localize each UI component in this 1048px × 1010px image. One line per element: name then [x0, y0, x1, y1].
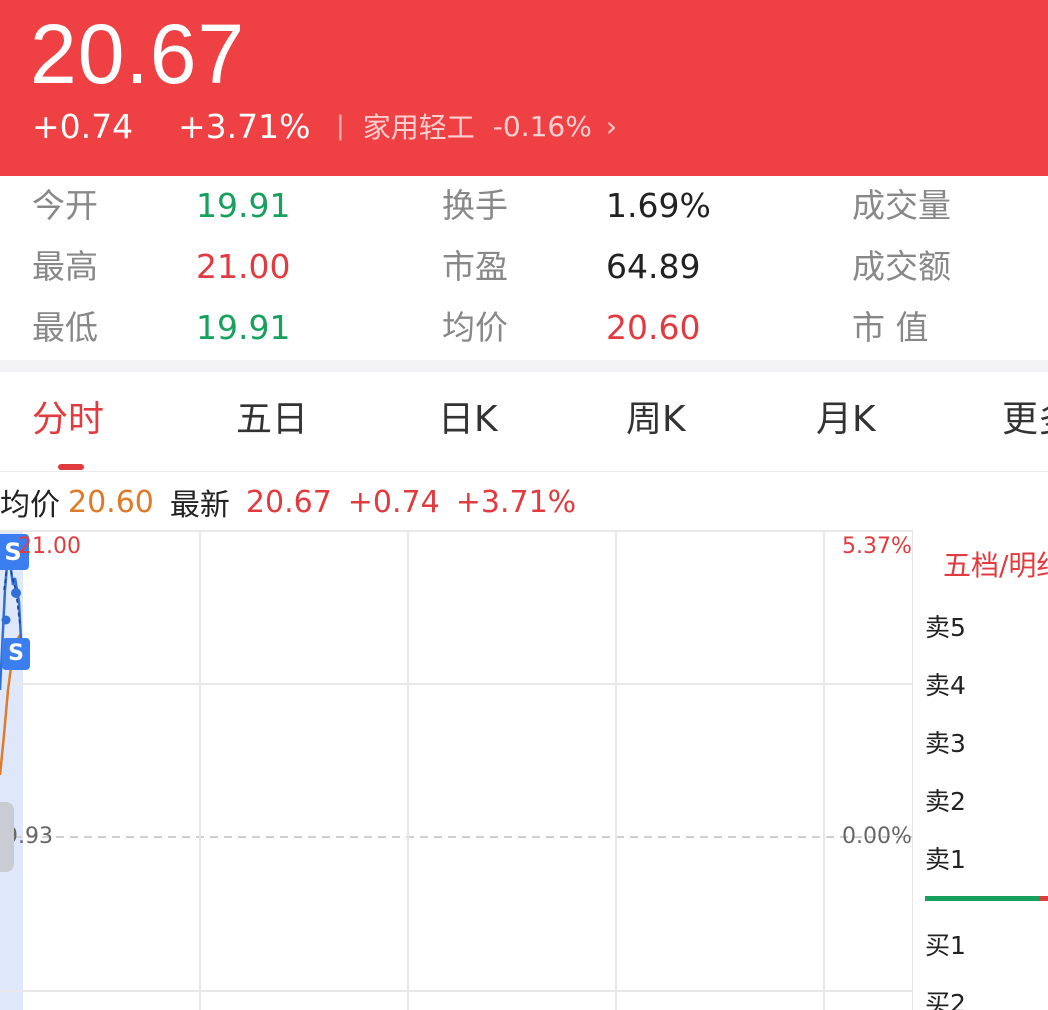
sell-level-1: 卖1 — [925, 845, 966, 874]
high-value: 21.00 — [196, 247, 291, 286]
quote-header: 20.67 +0.74 +3.71% | 家用轻工 -0.16% › — [0, 0, 1048, 176]
chart-period-tabs: 分时 五日 日K 周K 月K 更多 — [0, 372, 1048, 472]
amount-label: 成交额 — [852, 247, 951, 286]
legend-latest-value: 20.67 — [245, 484, 332, 520]
tab-weekly-k[interactable]: 周K — [626, 398, 686, 442]
axis-top-price: 21.00 — [18, 534, 81, 559]
legend-latest-change: +0.74 — [347, 484, 440, 520]
industry-link[interactable]: 家用轻工 — [363, 106, 475, 146]
tab-monthly-k[interactable]: 月K — [816, 398, 876, 442]
legend-avg-value: 20.60 — [68, 484, 154, 520]
sell-level-2: 卖2 — [925, 787, 966, 816]
high-label: 最高 — [32, 247, 98, 286]
industry-change-percent[interactable]: -0.16% — [493, 110, 592, 143]
order-book-panel: 五档/明细 卖5 卖4 卖3 卖2 卖1 买1 买2 — [912, 530, 1048, 1010]
chart-scroll-handle[interactable] — [0, 802, 14, 872]
trade-point — [1, 615, 11, 625]
low-label: 最低 — [32, 308, 98, 347]
turnover-label: 换手 — [442, 186, 508, 225]
open-value: 19.91 — [196, 186, 291, 225]
buy-level-2: 买2 — [925, 989, 966, 1010]
turnover-value: 1.69% — [606, 186, 711, 225]
active-tab-indicator — [58, 464, 84, 470]
current-price: 20.67 — [30, 7, 246, 101]
sell-level-5: 卖5 — [925, 613, 966, 642]
tab-daily-k[interactable]: 日K — [438, 398, 498, 442]
tab-five-day[interactable]: 五日 — [236, 398, 308, 442]
pe-label: 市盈 — [442, 247, 508, 286]
quote-stats: 今开 19.91 换手 1.69% 成交量 最高 21.00 市盈 64.89 … — [0, 176, 1048, 360]
section-divider — [0, 360, 1048, 372]
change-row: +0.74 +3.71% | 家用轻工 -0.16% › — [32, 104, 617, 148]
legend-latest-percent: +3.71% — [455, 484, 577, 520]
legend-avg-label: 均价 — [0, 488, 60, 523]
buy-ratio-segment — [925, 896, 1039, 901]
trade-point — [11, 588, 21, 598]
tab-more[interactable]: 更多 — [1002, 398, 1048, 442]
tab-intraday[interactable]: 分时 — [32, 398, 104, 442]
price-change-percent: +3.71% — [178, 106, 311, 146]
price-change: +0.74 — [32, 106, 134, 146]
intraday-chart-svg — [0, 530, 912, 1010]
sell-marker-badge[interactable]: S — [2, 638, 30, 670]
buy-sell-ratio-bar — [925, 896, 1048, 901]
volume-label: 成交量 — [852, 186, 951, 225]
avg-label: 均价 — [442, 308, 508, 347]
open-label: 今开 — [32, 186, 98, 225]
buy-level-1: 买1 — [925, 931, 966, 960]
chevron-right-icon[interactable]: › — [606, 110, 617, 143]
axis-mid-percent: 0.00% — [842, 824, 912, 849]
sell-level-4: 卖4 — [925, 671, 966, 700]
sell-ratio-segment — [1039, 896, 1048, 901]
legend-latest-label: 最新 — [169, 488, 230, 523]
order-book-title[interactable]: 五档/明细 — [943, 544, 1048, 584]
market-cap-label: 市 值 — [852, 308, 929, 347]
axis-top-percent: 5.37% — [842, 534, 912, 559]
pe-value: 64.89 — [606, 247, 701, 286]
low-value: 19.91 — [196, 308, 291, 347]
intraday-chart[interactable]: S S 21.00 5.37% 19.93 0.00% — [0, 530, 912, 1010]
avg-value: 20.60 — [606, 308, 701, 347]
header-separator: | — [336, 111, 345, 141]
chart-legend: 均价 20.60 最新 20.67 +0.74 +3.71% — [0, 474, 592, 530]
sell-level-3: 卖3 — [925, 729, 966, 758]
